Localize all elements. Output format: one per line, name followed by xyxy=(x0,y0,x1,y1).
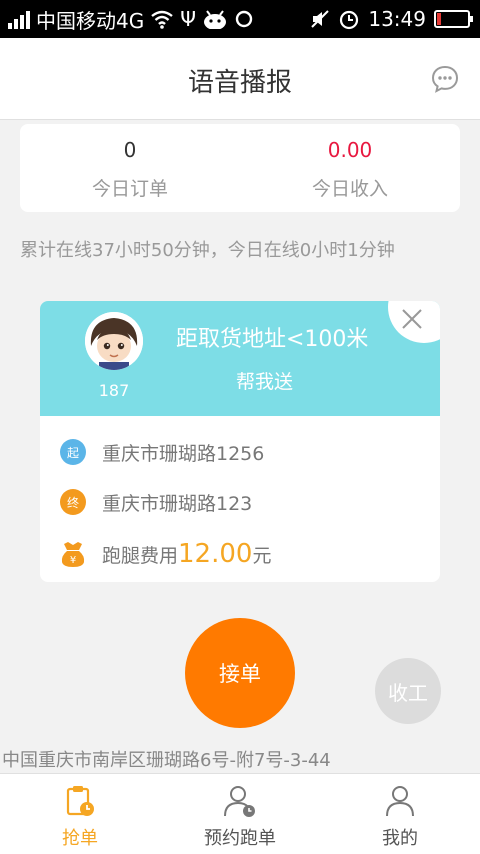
chat-bubble-icon[interactable] xyxy=(430,64,460,94)
fee-unit: 元 xyxy=(252,545,272,567)
tab-mine[interactable]: 我的 xyxy=(320,774,480,854)
mute-icon xyxy=(311,10,330,28)
end-address: 重庆市珊瑚路123 xyxy=(102,492,253,515)
order-type: 帮我送 xyxy=(236,371,294,393)
avatar xyxy=(85,312,143,370)
usb-icon: Ψ xyxy=(180,7,196,31)
person-clock-icon xyxy=(224,786,255,817)
android-icon xyxy=(203,10,226,29)
circle-status-icon xyxy=(235,10,253,28)
tab-grab-orders-label: 抢单 xyxy=(62,828,98,849)
order-card[interactable]: 187 距取货地址<100米 帮我送 起 重庆市珊瑚路1256 终 重庆市珊瑚路… xyxy=(40,301,440,582)
close-order-button[interactable] xyxy=(388,301,440,343)
tab-scheduled-orders[interactable]: 预约跑单 xyxy=(160,774,320,854)
end-address-row: 终 重庆市珊瑚路123 xyxy=(60,487,252,517)
wifi-icon xyxy=(151,10,173,29)
clock-time: 13:49 xyxy=(368,7,426,31)
bottom-nav: 抢单 预约跑单 我的 xyxy=(0,773,480,854)
fee-value: 12.00 xyxy=(178,539,253,569)
accept-order-button[interactable]: 接单 xyxy=(185,618,295,728)
start-address-row: 起 重庆市珊瑚路1256 xyxy=(60,437,264,467)
status-bar: 中国移动4G Ψ 13:49 xyxy=(0,0,480,38)
today-income-value: 0.00 xyxy=(327,138,373,162)
person-icon xyxy=(386,786,414,817)
pickup-distance: 距取货地址<100米 xyxy=(176,327,369,352)
money-bag-icon: ¥ xyxy=(61,542,85,567)
start-icon: 起 xyxy=(60,439,86,465)
today-orders-value: 0 xyxy=(123,138,137,162)
battery-icon xyxy=(434,10,473,28)
carrier-label: 中国移动4G xyxy=(36,8,145,33)
today-orders-label: 今日订单 xyxy=(91,178,168,200)
fee-label: 跑腿费用 xyxy=(102,545,179,567)
current-location-address: 中国重庆市南岸区珊瑚路6号-附7号-3-44 xyxy=(2,750,331,771)
online-duration-text: 累计在线37小时50分钟，今日在线0小时1分钟 xyxy=(20,240,395,261)
app-header: 语音播报 xyxy=(0,38,480,120)
today-income-label: 今日收入 xyxy=(311,178,388,200)
clipboard-clock-icon xyxy=(66,786,94,816)
stats-card: 0 今日订单 0.00 今日收入 xyxy=(20,124,460,212)
tab-scheduled-orders-label: 预约跑单 xyxy=(204,828,276,849)
alarm-icon xyxy=(340,10,359,30)
svg-text:¥: ¥ xyxy=(70,555,76,566)
start-address: 重庆市珊瑚路1256 xyxy=(102,442,265,465)
fee-row: ¥ 跑腿费用12.00元 xyxy=(60,539,271,569)
order-card-header: 187 距取货地址<100米 帮我送 xyxy=(40,301,440,416)
signal-icon xyxy=(8,9,30,29)
page-title: 语音播报 xyxy=(187,68,292,98)
today-income-stat: 0.00 今日收入 xyxy=(240,124,460,212)
user-id: 187 xyxy=(98,381,130,400)
finish-work-button[interactable]: 收工 xyxy=(375,658,441,724)
close-icon xyxy=(402,309,422,329)
tab-mine-label: 我的 xyxy=(382,828,418,849)
today-orders-stat: 0 今日订单 xyxy=(20,124,240,212)
tab-grab-orders[interactable]: 抢单 xyxy=(0,774,160,854)
end-icon: 终 xyxy=(60,489,86,515)
